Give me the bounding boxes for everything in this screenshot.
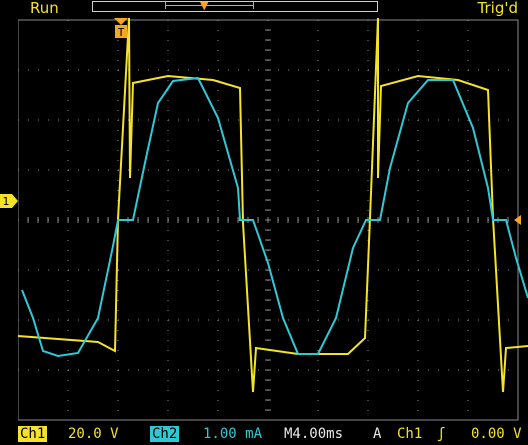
record-trigger-icon: ▼ <box>200 0 209 12</box>
ch1-channel-tag[interactable]: Ch1 <box>18 426 48 442</box>
trigger-source: Ch1 <box>397 426 423 442</box>
svg-text:1: 1 <box>3 195 10 208</box>
ch1-waveform <box>18 18 528 393</box>
record-window-indicator <box>165 2 254 9</box>
ch1-volts-per-div: 20.0 V <box>68 426 119 442</box>
trigger-position-marker: T <box>114 18 128 39</box>
scope-display: T <box>18 18 528 421</box>
trigger-marker-label: T <box>118 26 125 39</box>
timebase-readout: M4.00ms <box>284 426 344 442</box>
run-status: Run <box>30 0 59 17</box>
readout-bar: Ch1 20.0 V Ch2 1.00 mA M4.00ms A Ch1 ʃ 0… <box>0 424 528 445</box>
trigger-slope-icon: ʃ <box>437 426 446 442</box>
ch2-channel-tag[interactable]: Ch2 <box>150 426 180 442</box>
trigger-mode: A <box>373 426 382 442</box>
ch2-amps-per-div: 1.00 mA <box>203 426 263 442</box>
trigger-level: 0.00 V <box>471 426 522 442</box>
ch1-ground-marker: 1 <box>0 194 18 208</box>
trigger-status: Trig'd <box>477 0 518 17</box>
status-bar: Run ▼ Trig'd <box>0 0 528 18</box>
